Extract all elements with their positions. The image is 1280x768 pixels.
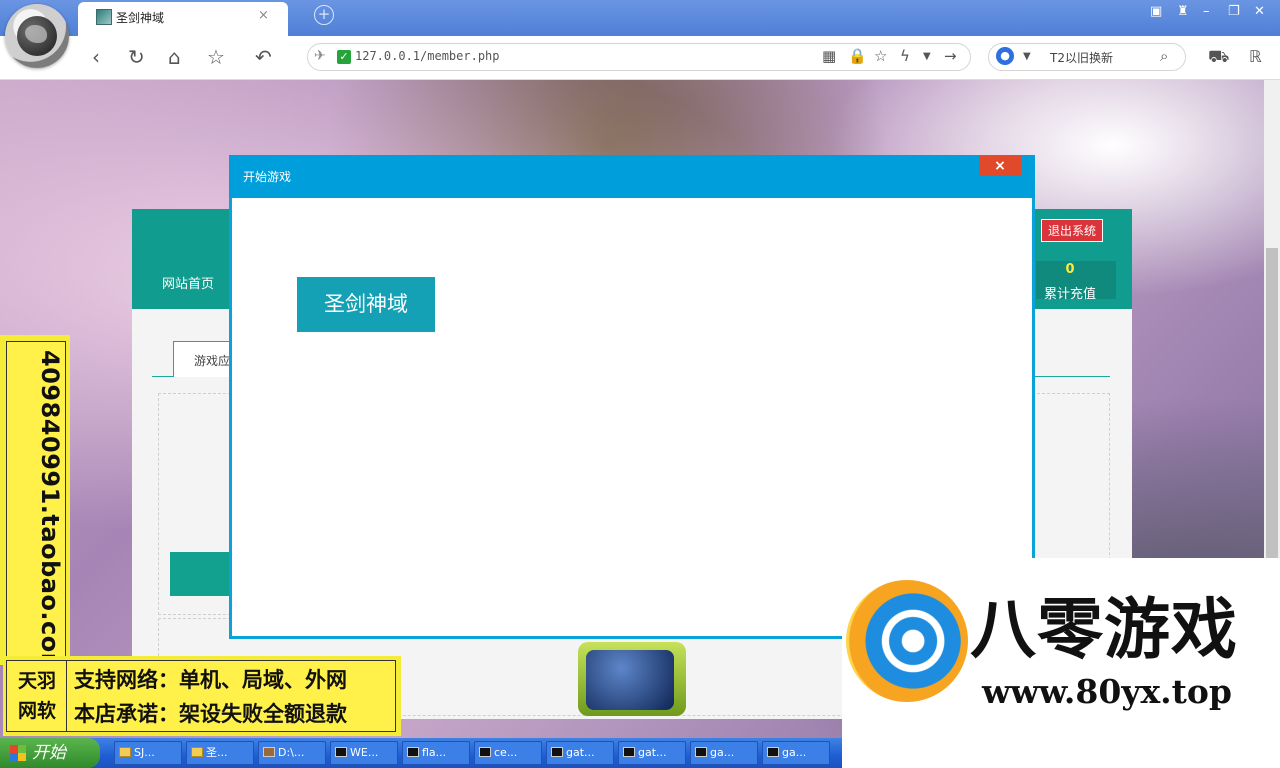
nav-home-link[interactable]: 网站首页: [162, 273, 214, 292]
console-icon: [407, 747, 419, 757]
new-tab-icon[interactable]: +: [314, 5, 334, 25]
lock-icon[interactable]: 🔒: [848, 47, 867, 65]
console-icon: [695, 747, 707, 757]
tool-icon: [263, 747, 275, 757]
teal-button[interactable]: [170, 552, 232, 596]
folder-icon: [191, 747, 203, 757]
shop-banner-divider: [66, 660, 67, 732]
taskbar-item[interactable]: ga...: [762, 741, 830, 765]
swirl-logo-icon: [846, 580, 968, 702]
window-close-icon[interactable]: ✕: [1254, 4, 1265, 19]
ad-url: www.80yx.top: [982, 672, 1232, 711]
console-icon: [551, 747, 563, 757]
rocket-icon[interactable]: ✈: [314, 48, 326, 64]
cart-icon[interactable]: ⛟: [1208, 47, 1229, 69]
monitor-screen: [586, 650, 674, 710]
start-label: 开始: [32, 743, 66, 763]
taskbar-item[interactable]: fla...: [402, 741, 470, 765]
scrollbar-thumb[interactable]: [1266, 248, 1278, 558]
game-server-button[interactable]: 圣剑神域: [297, 277, 435, 332]
tab-title[interactable]: 圣剑神域: [116, 9, 164, 26]
browser-logo-icon[interactable]: [5, 4, 69, 68]
taskbar-item[interactable]: ce...: [474, 741, 542, 765]
dialog-header: [229, 155, 1035, 198]
shop-support-text: 支持网络：单机、局域、外网: [74, 668, 347, 692]
restore-icon[interactable]: ❐: [1228, 4, 1240, 19]
taskbar-item[interactable]: D:\...: [258, 741, 326, 765]
bookmark-star-icon[interactable]: ☆: [874, 47, 887, 65]
home-icon[interactable]: ⌂: [168, 45, 181, 69]
qr-code-icon[interactable]: ▦: [822, 47, 836, 65]
shop-brand: 天羽 网软: [9, 666, 65, 726]
go-arrow-icon[interactable]: →: [944, 47, 957, 65]
minimize-icon[interactable]: –: [1203, 4, 1210, 19]
window-pin-icon[interactable]: ▣: [1150, 4, 1162, 19]
recharge-value: 0: [1065, 262, 1075, 277]
windows-flag-icon: [10, 745, 26, 761]
console-icon: [767, 747, 779, 757]
shop-promise-text: 本店承诺：架设失败全额退款: [74, 702, 347, 726]
folder-icon: [119, 747, 131, 757]
dialog-close-button[interactable]: ×: [979, 156, 1021, 176]
recharge-label: 累计充值: [1043, 287, 1096, 302]
taskbar-item[interactable]: gat...: [618, 741, 686, 765]
search-suggestion[interactable]: T2以旧换新: [1050, 49, 1113, 66]
undo-icon[interactable]: ↶: [255, 45, 272, 69]
taskbar-item[interactable]: gat...: [546, 741, 614, 765]
taskbar-item[interactable]: WE...: [330, 741, 398, 765]
console-icon: [623, 747, 635, 757]
shop-brand-line2: 网软: [17, 700, 56, 722]
extension-icon[interactable]: ℝ: [1249, 47, 1262, 66]
dialog-title: 开始游戏: [243, 170, 292, 184]
logout-button[interactable]: 退出系统: [1041, 219, 1103, 242]
taskbar-item[interactable]: SJ...: [114, 741, 182, 765]
search-engine-icon[interactable]: ●: [996, 47, 1014, 65]
shop-brand-line1: 天羽: [17, 670, 56, 692]
favorite-icon[interactable]: ☆: [207, 45, 225, 69]
ad-title: 八零游戏: [970, 591, 1238, 668]
taskbar-item[interactable]: 圣...: [186, 741, 254, 765]
lightning-icon[interactable]: ϟ: [900, 47, 910, 65]
skin-icon[interactable]: ♜: [1177, 4, 1189, 19]
shop-url-text: 409840991.taobao.com: [36, 350, 64, 679]
tab-favicon-icon: [96, 9, 112, 25]
dropdown-icon[interactable]: ▼: [923, 51, 931, 62]
reload-icon[interactable]: ↻: [128, 45, 145, 69]
search-icon[interactable]: ⌕: [1160, 47, 1168, 65]
taskbar-item[interactable]: ga...: [690, 741, 758, 765]
address-url[interactable]: 127.0.0.1/member.php: [355, 49, 500, 63]
back-icon[interactable]: ‹: [92, 45, 100, 69]
console-icon: [335, 747, 347, 757]
tab-close-icon[interactable]: ×: [258, 8, 269, 23]
console-icon: [479, 747, 491, 757]
secure-check-icon: ✓: [337, 50, 351, 64]
engine-dropdown-icon[interactable]: ▼: [1023, 51, 1031, 62]
